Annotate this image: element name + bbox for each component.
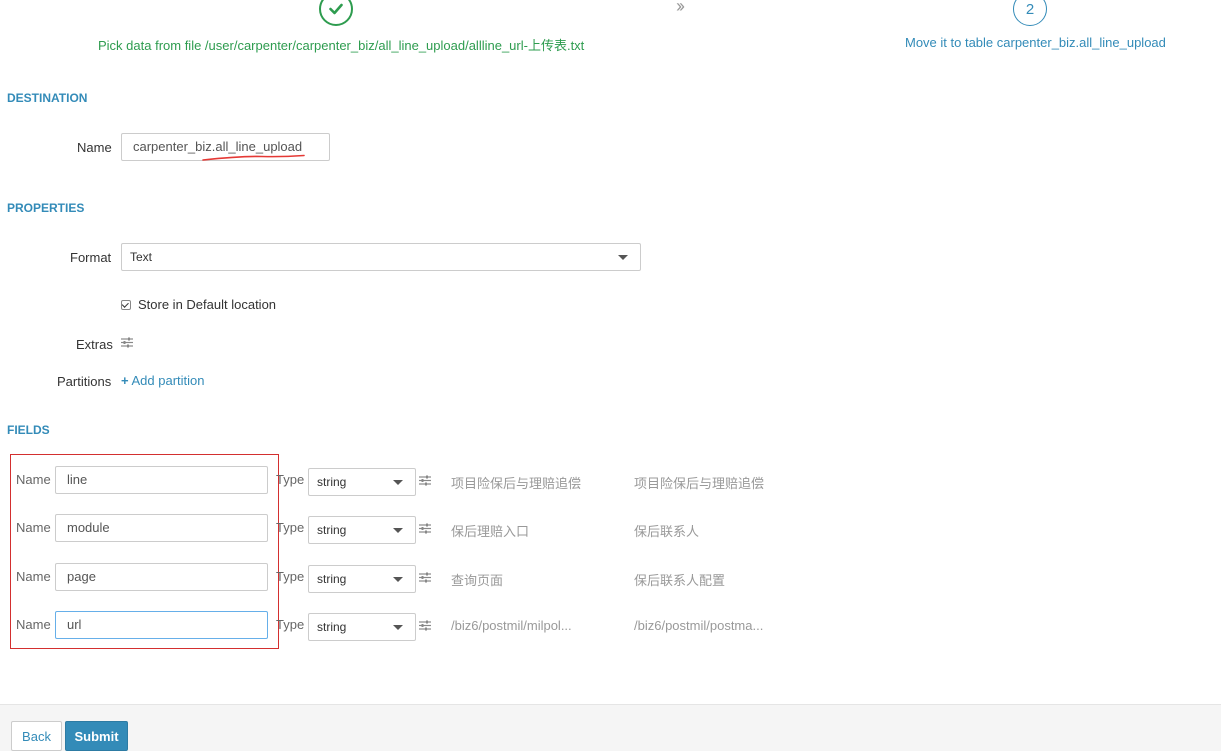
sliders-icon[interactable] (419, 620, 431, 631)
sliders-icon[interactable] (419, 572, 431, 583)
destination-section-title: DESTINATION (7, 91, 88, 105)
store-default-label: Store in Default location (138, 297, 277, 312)
step-2-indicator[interactable]: 2 (1013, 0, 1047, 26)
red-underline-annotation (202, 154, 305, 161)
format-select-value: Text (130, 250, 153, 264)
field-sample-value-1: /biz6/postmil/milpol... (451, 618, 572, 633)
field-type-value: string (317, 620, 347, 634)
field-name-input[interactable]: module (55, 514, 268, 542)
add-partition-link[interactable]: + Add partition (121, 373, 205, 388)
partitions-label: Partitions (57, 374, 112, 389)
back-button[interactable]: Back (11, 721, 62, 751)
step-2-label[interactable]: Move it to table carpenter_biz.all_line_… (905, 35, 1166, 50)
field-type-label: Type (276, 472, 305, 487)
field-name-label: Name (16, 472, 51, 487)
field-name-label: Name (16, 520, 51, 535)
field-sample-value-1: 项目险保后与理赔追偿 (451, 476, 582, 491)
caret-down-icon (618, 255, 628, 260)
step-2-number: 2 (1025, 0, 1035, 18)
destination-name-label: Name (77, 140, 112, 155)
field-sample-value-2: 保后联系人 (634, 524, 700, 539)
field-type-value: string (317, 572, 347, 586)
field-sample-value-1: 查询页面 (451, 573, 504, 588)
format-select[interactable]: Text (121, 243, 641, 271)
field-sample-value-1: 保后理赔入口 (451, 524, 530, 539)
field-type-select[interactable]: string (308, 565, 416, 593)
field-type-select[interactable]: string (308, 613, 416, 641)
sliders-icon[interactable] (419, 475, 431, 486)
field-name-input[interactable]: url (55, 611, 268, 639)
caret-down-icon (393, 625, 403, 630)
field-name-label: Name (16, 617, 51, 632)
field-sample-value-2: 项目险保后与理赔追偿 (634, 476, 765, 491)
check-icon (329, 3, 343, 15)
field-type-value: string (317, 475, 347, 489)
field-name-input[interactable]: page (55, 563, 268, 591)
properties-section-title: PROPERTIES (7, 201, 85, 215)
fields-section-title: FIELDS (7, 423, 50, 437)
add-partition-label: Add partition (131, 373, 205, 388)
field-type-select[interactable]: string (308, 468, 416, 496)
field-type-value: string (317, 523, 347, 537)
sliders-icon[interactable] (419, 523, 431, 534)
field-type-label: Type (276, 617, 305, 632)
footer-bar (0, 704, 1221, 751)
plus-icon: + (121, 373, 129, 388)
field-sample-value-2: /biz6/postmil/postma... (634, 618, 764, 633)
submit-button[interactable]: Submit (65, 721, 128, 751)
sliders-icon[interactable] (121, 337, 133, 348)
format-label: Format (70, 250, 112, 265)
field-name-label: Name (16, 569, 51, 584)
extras-label: Extras (76, 337, 113, 352)
field-type-label: Type (276, 569, 305, 584)
caret-down-icon (393, 577, 403, 582)
caret-down-icon (393, 480, 403, 485)
field-type-label: Type (276, 520, 305, 535)
double-chevron-right-icon: ›› (676, 0, 685, 16)
step-1-complete-indicator[interactable] (319, 0, 353, 26)
field-name-input[interactable]: line (55, 466, 268, 494)
store-default-checkbox[interactable] (121, 300, 131, 310)
step-1-label[interactable]: Pick data from file /user/carpenter/carp… (98, 35, 584, 54)
field-sample-value-2: 保后联系人配置 (634, 573, 726, 588)
field-type-select[interactable]: string (308, 516, 416, 544)
caret-down-icon (393, 528, 403, 533)
